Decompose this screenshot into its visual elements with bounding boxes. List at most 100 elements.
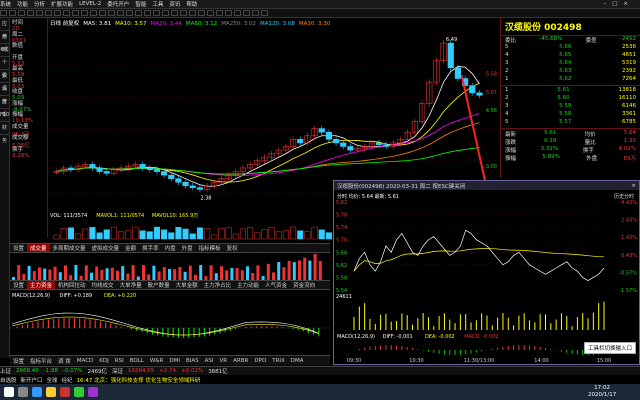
indicator-tab[interactable]: BIAS bbox=[183, 358, 202, 364]
indicator-tab[interactable]: 调 拨 bbox=[55, 357, 74, 365]
app-icon[interactable] bbox=[74, 387, 84, 397]
menu-item[interactable]: 系统 bbox=[0, 0, 11, 8]
bids-row[interactable]: 4 5.58 3361 bbox=[501, 111, 640, 119]
asks-row[interactable]: 3 5.64 5319 bbox=[501, 60, 640, 68]
toolbar-icon[interactable] bbox=[81, 10, 88, 16]
tab[interactable]: 金额 bbox=[122, 244, 139, 252]
news-item[interactable]: 全球 bbox=[47, 376, 58, 384]
tab[interactable]: 大单金额 bbox=[173, 281, 201, 289]
rail-item[interactable]: 深度 bbox=[0, 83, 9, 105]
rail-item[interactable]: 分析 bbox=[0, 96, 9, 118]
window-control-button[interactable]: – bbox=[603, 1, 606, 7]
indicator-tab[interactable]: VR bbox=[217, 358, 231, 364]
tab[interactable]: 人气资金 bbox=[262, 281, 290, 289]
toolbar-icon[interactable] bbox=[261, 10, 268, 16]
toolbar-icon[interactable] bbox=[207, 10, 214, 16]
menu-item[interactable]: LEVEL-2 bbox=[79, 1, 101, 7]
indicator-tab[interactable]: W&R bbox=[147, 358, 167, 364]
search-icon[interactable] bbox=[18, 387, 28, 397]
indicator-tab[interactable]: DMA bbox=[288, 358, 307, 364]
toolbar-icon[interactable] bbox=[153, 10, 160, 16]
indicator-tab[interactable]: DPO bbox=[251, 358, 269, 364]
indicator-tab[interactable]: MACD bbox=[74, 358, 97, 364]
tab[interactable]: 主力资金 bbox=[27, 281, 56, 289]
ime-toolbar[interactable]: 工具栏切换输入口 bbox=[584, 342, 636, 354]
rail-item[interactable]: 个股 bbox=[0, 57, 9, 79]
rail-item[interactable]: 财务 bbox=[0, 122, 9, 144]
toolbar-icon[interactable] bbox=[252, 10, 259, 16]
news-item[interactable]: 16:47 北京：强化科技支撑 优化生物安全领域科研 bbox=[77, 376, 201, 384]
tab[interactable]: 复权 bbox=[224, 244, 241, 252]
tab[interactable]: 大单净量 bbox=[117, 281, 145, 289]
menu-item[interactable]: 委托开户 bbox=[107, 0, 129, 8]
window-control-button[interactable]: × bbox=[623, 1, 628, 7]
menu-item[interactable]: 扩展功能 bbox=[51, 0, 73, 8]
toolbar-icon[interactable] bbox=[9, 10, 16, 16]
toolbar-icon[interactable] bbox=[234, 10, 241, 16]
toolbar-icon[interactable] bbox=[90, 10, 97, 16]
tab[interactable]: 机构回拉动 bbox=[55, 281, 89, 289]
toolbar-icon[interactable] bbox=[99, 10, 106, 16]
asks-row[interactable]: 4 5.65 4651 bbox=[501, 52, 640, 60]
bids-row[interactable]: 3 5.59 6146 bbox=[501, 103, 640, 111]
indicator-tab[interactable]: 指标平台 bbox=[27, 357, 55, 365]
tab[interactable]: 散户数量 bbox=[145, 281, 173, 289]
intraday-chart[interactable]: 分时 均价: 5.64 最新: 5.61 历史分时 5.82 5.78 5.74 5.70… bbox=[334, 190, 639, 364]
tab[interactable]: 内盘 bbox=[162, 244, 179, 252]
news-item[interactable]: 经纪 bbox=[62, 376, 73, 384]
toolbar-icon[interactable] bbox=[108, 10, 115, 16]
rail-item[interactable]: K线 bbox=[0, 44, 9, 57]
toolbar-icon[interactable] bbox=[135, 10, 142, 16]
indicator-tab[interactable]: ASI bbox=[202, 358, 217, 364]
toolbar-icon[interactable] bbox=[198, 10, 205, 16]
toolbar-icon[interactable] bbox=[171, 10, 178, 16]
folder-icon[interactable] bbox=[46, 387, 56, 397]
asks-row[interactable]: 1 5.62 7264 bbox=[501, 76, 640, 84]
indicator-tab[interactable]: BOLL bbox=[127, 358, 147, 364]
menu-item[interactable]: 帮助 bbox=[186, 0, 197, 8]
toolbar-icon[interactable] bbox=[243, 10, 250, 16]
news-item[interactable]: 新开户口 bbox=[21, 376, 43, 384]
toolbar-icon[interactable] bbox=[72, 10, 79, 16]
indicator-tab[interactable]: ARBR bbox=[230, 358, 251, 364]
rail-item[interactable]: 应用 bbox=[0, 18, 9, 40]
toolbar-icon[interactable] bbox=[225, 10, 232, 16]
toolbar-icon[interactable] bbox=[144, 10, 151, 16]
menu-item[interactable]: 工具 bbox=[152, 0, 163, 8]
tab[interactable]: 设置 bbox=[10, 244, 27, 252]
toolbar-icon[interactable] bbox=[36, 10, 43, 16]
menu-item[interactable]: 分析 bbox=[34, 0, 45, 8]
tab[interactable]: 资金流向 bbox=[290, 281, 318, 289]
toolbar-icon[interactable] bbox=[45, 10, 52, 16]
toolbar-icon[interactable] bbox=[63, 10, 70, 16]
tab[interactable]: 虚拟成交量 bbox=[89, 244, 123, 252]
browser-icon[interactable] bbox=[32, 387, 42, 397]
indicator-tab[interactable]: 设置 bbox=[10, 357, 27, 365]
bids-row[interactable]: 2 5.60 16110 bbox=[501, 95, 640, 103]
indicator-tab[interactable]: KDJ bbox=[96, 358, 111, 364]
history-tab[interactable]: 历史分时 bbox=[614, 193, 634, 200]
tab[interactable]: 多周期成交量 bbox=[50, 244, 89, 252]
toolbar-icon[interactable] bbox=[126, 10, 133, 16]
bids-row[interactable]: 1 5.61 13818 bbox=[501, 87, 640, 95]
indicator-tab[interactable]: TRIX bbox=[269, 358, 288, 364]
bids-row[interactable]: 5 5.57 6785 bbox=[501, 119, 640, 127]
news-item[interactable]: 自选股 bbox=[0, 376, 17, 384]
toolbar-icon[interactable] bbox=[180, 10, 187, 16]
rail-item[interactable]: 分时 bbox=[0, 31, 9, 53]
toolbar-icon[interactable] bbox=[162, 10, 169, 16]
tab[interactable]: 设置 bbox=[10, 281, 27, 289]
toolbar-icon[interactable] bbox=[117, 10, 124, 16]
rail-item[interactable]: F10 bbox=[0, 109, 9, 122]
asks-row[interactable]: 2 5.63 2392 bbox=[501, 68, 640, 76]
toolbar-icon[interactable] bbox=[189, 10, 196, 16]
toolbar-icon[interactable] bbox=[27, 10, 34, 16]
indicator-tab[interactable]: DMI bbox=[166, 358, 183, 364]
tab[interactable]: 主力净占比 bbox=[201, 281, 235, 289]
tab[interactable]: 换手率 bbox=[139, 244, 162, 252]
asks-row[interactable]: 5 5.66 2536 bbox=[501, 44, 640, 52]
toolbar-icon[interactable] bbox=[0, 10, 7, 16]
menu-item[interactable]: 智能 bbox=[135, 0, 146, 8]
tab[interactable]: 均线成交 bbox=[89, 281, 117, 289]
tab[interactable]: 外盘 bbox=[179, 244, 196, 252]
